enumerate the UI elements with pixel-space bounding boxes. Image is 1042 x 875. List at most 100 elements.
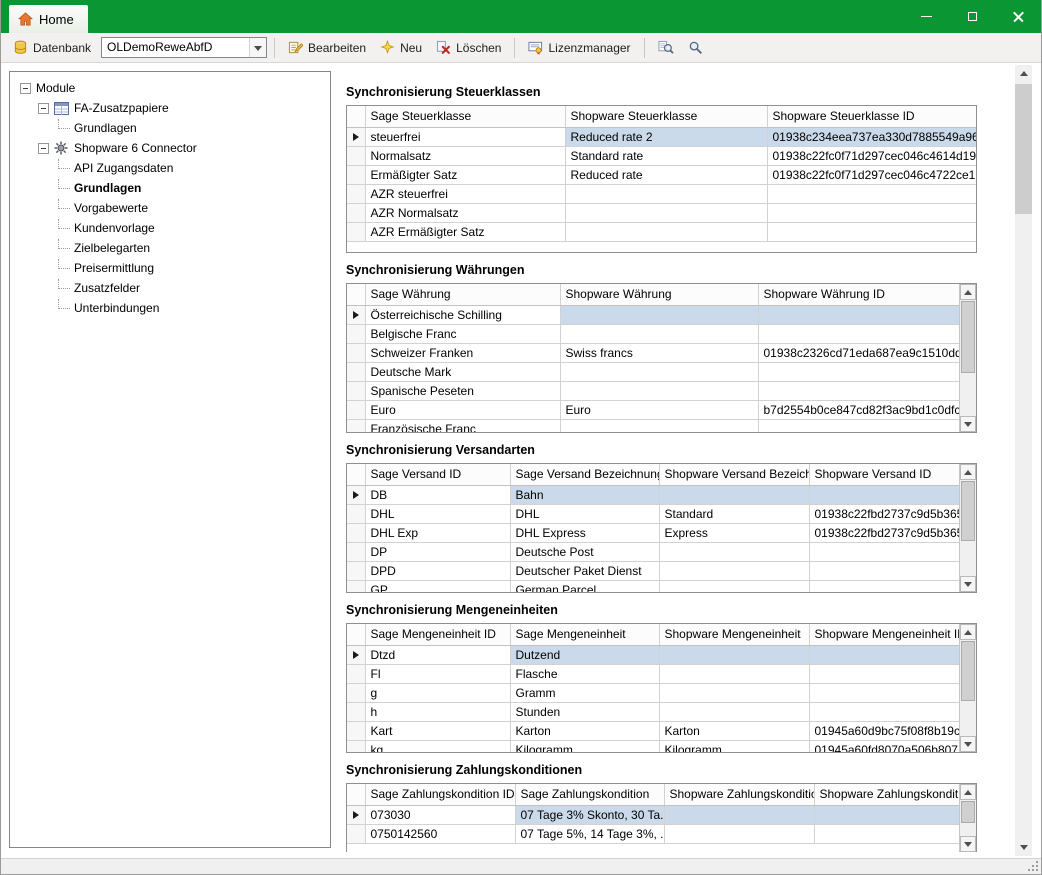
grid-cell[interactable]: 07 Tage 3% Skonto, 30 Ta... xyxy=(515,805,664,824)
grid-cell[interactable]: Schweizer Franken xyxy=(365,343,560,362)
column-header[interactable]: Shopware Steuerklasse ID xyxy=(767,106,977,127)
row-selector[interactable] xyxy=(347,824,365,843)
tree-item-zielbelegarten[interactable]: Zielbelegarten xyxy=(10,238,330,258)
row-selector[interactable] xyxy=(347,419,365,433)
grid-cell[interactable]: Bahn xyxy=(510,485,659,504)
grid-cell[interactable]: 01938c22fbd2737c9d5b365... xyxy=(809,504,960,523)
grid-cell[interactable]: Standard xyxy=(659,504,809,523)
row-selector[interactable] xyxy=(347,165,365,184)
grid-cell[interactable] xyxy=(659,542,809,561)
scrollbar-track[interactable] xyxy=(960,640,976,736)
row-selector[interactable] xyxy=(347,561,365,580)
close-button[interactable] xyxy=(995,0,1041,33)
grid-cell[interactable]: DPD xyxy=(365,561,510,580)
tree-item-kundenvorlage[interactable]: Kundenvorlage xyxy=(10,218,330,238)
grid-cell[interactable] xyxy=(565,203,767,222)
grid-cell[interactable]: 01945a60fd8070a506b807... xyxy=(809,740,960,753)
row-selector[interactable] xyxy=(347,805,365,824)
grid-cell[interactable]: h xyxy=(365,702,510,721)
scrollbar-thumb[interactable] xyxy=(961,481,975,541)
grid-cell[interactable]: Normalsatz xyxy=(365,146,565,165)
scroll-up-button[interactable] xyxy=(960,284,976,300)
grid-cell[interactable]: Stunden xyxy=(510,702,659,721)
grid-cell[interactable]: 073030 xyxy=(365,805,515,824)
grid-cell[interactable] xyxy=(767,184,977,203)
scrollbar-track[interactable] xyxy=(960,800,976,836)
scroll-down-button[interactable] xyxy=(1015,839,1032,856)
column-header[interactable]: Shopware Versand Bezeich... xyxy=(659,464,809,485)
grid-cell[interactable] xyxy=(758,362,960,381)
grid-cell[interactable]: Kart xyxy=(365,721,510,740)
grid-cell[interactable]: DP xyxy=(365,542,510,561)
row-selector[interactable] xyxy=(347,343,365,362)
grid-cell[interactable] xyxy=(814,824,960,843)
tree-collapse-icon[interactable] xyxy=(20,83,31,94)
scroll-up-button[interactable] xyxy=(1015,65,1032,82)
grid-cell[interactable]: Belgische Franc xyxy=(365,324,560,343)
grid-cell[interactable]: Flasche xyxy=(510,664,659,683)
row-selector[interactable] xyxy=(347,324,365,343)
preview-button[interactable] xyxy=(652,37,680,58)
grid-cell[interactable]: kg xyxy=(365,740,510,753)
grid-cell[interactable]: DHL xyxy=(365,504,510,523)
grid-cell[interactable] xyxy=(814,805,960,824)
grid-cell[interactable]: AZR Normalsatz xyxy=(365,203,565,222)
scrollbar-track[interactable] xyxy=(960,300,976,416)
grid-cell[interactable]: 01945a60d9bc75f08f8b19c... xyxy=(809,721,960,740)
tree-collapse-icon[interactable] xyxy=(38,143,49,154)
tree-item-api-zugangsdaten[interactable]: API Zugangsdaten xyxy=(10,158,330,178)
column-header[interactable]: Sage Mengeneinheit ID xyxy=(365,624,510,645)
grid-cell[interactable] xyxy=(659,683,809,702)
grid-cell[interactable] xyxy=(767,203,977,222)
datenbank-combobox-value[interactable]: OLDemoReweAbfD xyxy=(102,38,249,57)
grid-cell[interactable] xyxy=(560,362,758,381)
grid-cell[interactable]: Österreichische Schilling xyxy=(365,305,560,324)
row-selector[interactable] xyxy=(347,485,365,504)
grid-cell[interactable]: Dutzend xyxy=(510,645,659,664)
grid-cell[interactable]: 01938c22fc0f71d297cec046c4722ce1 xyxy=(767,165,977,184)
grid-cell[interactable]: Reduced rate xyxy=(565,165,767,184)
grid-cell[interactable] xyxy=(809,683,960,702)
combobox-dropdown-button[interactable] xyxy=(249,38,266,57)
column-header[interactable]: Shopware Zahlungskonditio... xyxy=(814,784,960,805)
grid-cell[interactable] xyxy=(809,580,960,593)
grid-scrollbar[interactable] xyxy=(959,284,976,432)
grid-cell[interactable] xyxy=(565,222,767,241)
grid-cell[interactable] xyxy=(664,805,814,824)
tree-item-preisermittlung[interactable]: Preisermittlung xyxy=(10,258,330,278)
grid-cell[interactable] xyxy=(758,419,960,433)
column-header[interactable]: Shopware Mengeneinheit ID xyxy=(809,624,960,645)
row-selector[interactable] xyxy=(347,504,365,523)
grid-cell[interactable]: Spanische Peseten xyxy=(365,381,560,400)
grid-cell[interactable] xyxy=(659,485,809,504)
grid-cell[interactable]: DHL Express xyxy=(510,523,659,542)
grid-cell[interactable]: Euro xyxy=(365,400,560,419)
scrollbar-thumb[interactable] xyxy=(961,641,975,701)
grid-cell[interactable]: 07 Tage 5%, 14 Tage 3%, ... xyxy=(515,824,664,843)
scrollbar-thumb[interactable] xyxy=(1015,84,1032,214)
grid-cell[interactable]: Karton xyxy=(659,721,809,740)
column-header[interactable]: Shopware Zahlungskondition xyxy=(664,784,814,805)
grid-cell[interactable] xyxy=(664,824,814,843)
scroll-down-button[interactable] xyxy=(960,576,976,592)
grid-cell[interactable]: Express xyxy=(659,523,809,542)
row-selector[interactable] xyxy=(347,542,365,561)
column-header[interactable]: Sage Zahlungskondition ID xyxy=(365,784,515,805)
grid-cell[interactable]: Reduced rate 2 xyxy=(565,127,767,146)
scroll-up-button[interactable] xyxy=(960,464,976,480)
tree-item-vorgabewerte[interactable]: Vorgabewerte xyxy=(10,198,330,218)
grid-cell[interactable]: Kilogramm xyxy=(510,740,659,753)
grid-cell[interactable] xyxy=(560,419,758,433)
row-selector[interactable] xyxy=(347,740,365,753)
grid-cell[interactable]: German Parcel xyxy=(510,580,659,593)
grid-cell[interactable]: Fl xyxy=(365,664,510,683)
row-selector[interactable] xyxy=(347,381,365,400)
grid-cell[interactable] xyxy=(809,645,960,664)
bearbeiten-button[interactable]: Bearbeiten xyxy=(282,37,372,58)
search-button[interactable] xyxy=(682,37,709,58)
column-header[interactable]: Shopware Währung ID xyxy=(758,284,960,305)
column-header[interactable]: Shopware Steuerklasse xyxy=(565,106,767,127)
scrollbar-thumb[interactable] xyxy=(961,301,975,373)
tree-item-grundlagen[interactable]: Grundlagen xyxy=(10,178,330,198)
grid-cell[interactable]: Karton xyxy=(510,721,659,740)
